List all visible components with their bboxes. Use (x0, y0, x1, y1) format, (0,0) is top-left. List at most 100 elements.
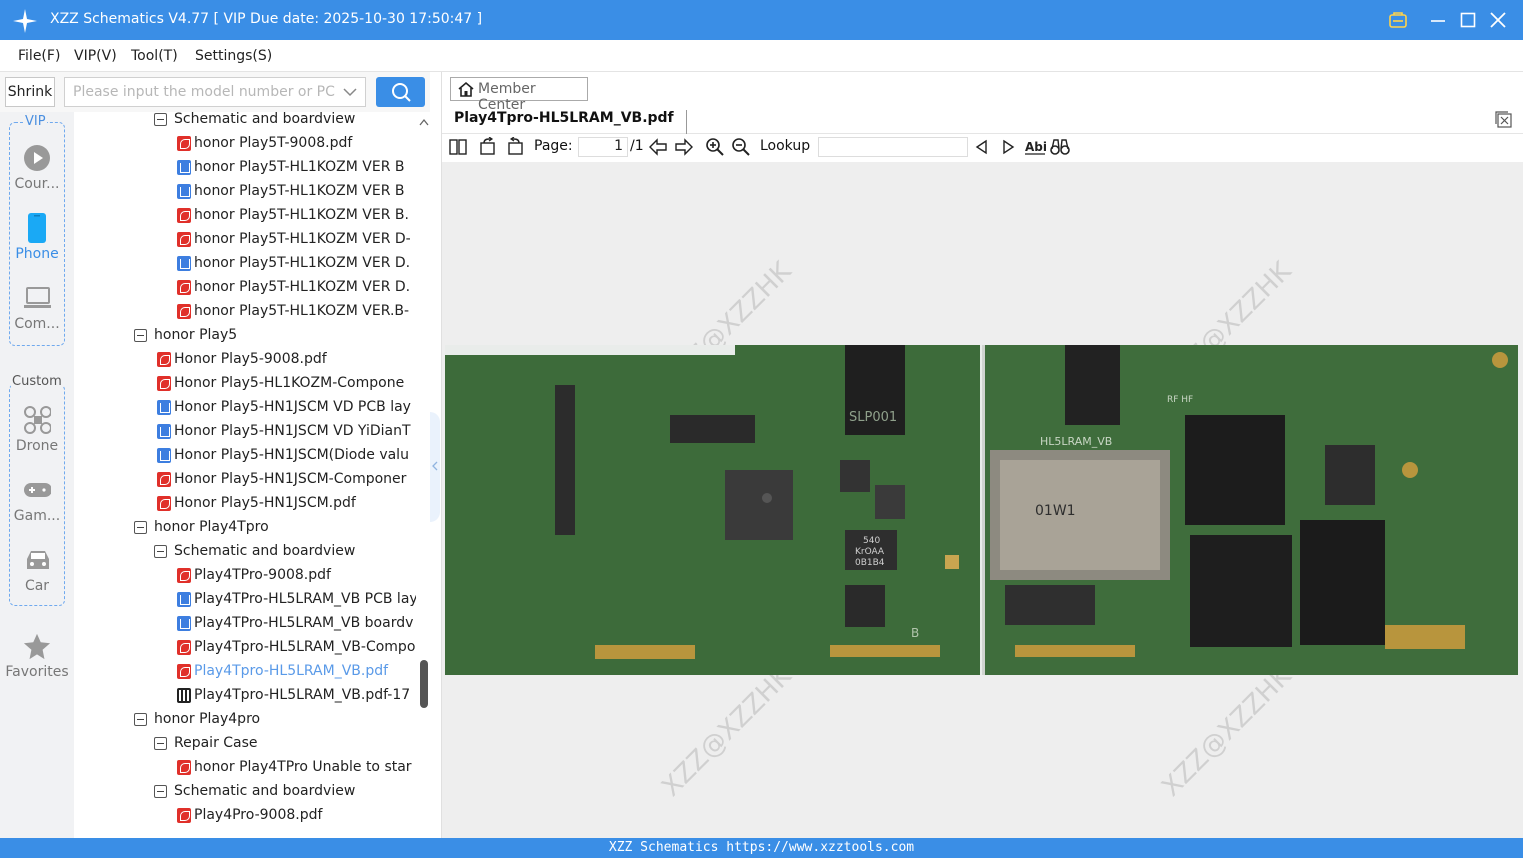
zoom-out-icon[interactable] (731, 137, 751, 157)
tree-folder[interactable]: Schematic and boardview (74, 540, 416, 564)
category-favorites[interactable]: Favorites (0, 630, 74, 690)
watermark: XZZ@XZZHK (656, 661, 798, 803)
search-input[interactable] (65, 78, 335, 106)
arrow-left-icon[interactable] (648, 137, 668, 157)
menu-file[interactable]: File(F) (18, 48, 60, 64)
pdf-viewer[interactable]: XZZ@XZZHK XZZ@XZZHK XZZ@XZZHK XZZ@XZZHK … (442, 162, 1523, 838)
collapse-toggle-icon[interactable] (134, 329, 147, 342)
arrow-right-icon[interactable] (674, 137, 694, 157)
menu-tool[interactable]: Tool(T) (131, 48, 178, 64)
tree-file[interactable]: honor Play5T-9008.pdf (74, 132, 416, 156)
shrink-button[interactable]: Shrink (5, 77, 55, 107)
tree-folder[interactable]: Schematic and boardview (74, 780, 416, 804)
vip-badge-icon[interactable] (1386, 8, 1410, 32)
collapse-toggle-icon[interactable] (134, 521, 147, 534)
tree-folder[interactable]: honor Play4pro (74, 708, 416, 732)
pdf-file-icon (177, 808, 191, 823)
tree-file[interactable]: Play4TPro-9008.pdf (74, 564, 416, 588)
tree-file[interactable]: honor Play5T-HL1KOZM VER D- (74, 228, 416, 252)
tree-item-label: Honor Play5-HN1JSCM VD YiDianT (174, 423, 411, 439)
tree-file[interactable]: Honor Play5-9008.pdf (74, 348, 416, 372)
tree-file[interactable]: Honor Play5-HN1JSCM-Componer (74, 468, 416, 492)
pdf-file-icon (177, 568, 191, 583)
tree-file[interactable]: Honor Play5-HN1JSCM VD PCB lay (74, 396, 416, 420)
find-icon[interactable] (1050, 137, 1070, 157)
car-icon (23, 546, 51, 574)
tree-file[interactable]: Honor Play5-HN1JSCM.pdf (74, 492, 416, 516)
tree-file[interactable]: Play4TPro-HL5LRAM_VB boardv (74, 612, 416, 636)
category-car[interactable]: Car (0, 544, 74, 604)
member-center-button[interactable]: Member Center (450, 77, 588, 113)
tree-folder[interactable]: honor Play4Tpro (74, 516, 416, 540)
page-number-input[interactable]: 1 (578, 137, 628, 157)
tree-file[interactable]: Play4Tpro-HL5LRAM_VB.pdf-17 (74, 684, 416, 708)
tree-file[interactable]: honor Play4TPro Unable to star (74, 756, 416, 780)
tree-item-label: Honor Play5-HL1KOZM-Compone (174, 375, 405, 391)
triangle-right-icon[interactable] (998, 137, 1018, 157)
tree-folder[interactable]: Repair Case (74, 732, 416, 756)
tree-file[interactable]: honor Play5T-HL1KOZM VER.B- (74, 300, 416, 324)
tree-file[interactable]: honor Play5T-HL1KOZM VER D. (74, 252, 416, 276)
tree-file[interactable]: Play4Tpro-HL5LRAM_VB.pdf (74, 660, 416, 684)
pcb-file-icon (177, 160, 191, 175)
tree-item-label: honor Play5T-HL1KOZM VER.B- (194, 303, 410, 319)
collapse-toggle-icon[interactable] (154, 737, 167, 750)
zoom-in-icon[interactable] (705, 137, 725, 157)
two-page-icon[interactable] (448, 137, 468, 157)
tree-folder[interactable]: Schematic and boardview (74, 112, 416, 132)
pdf-file-icon (177, 232, 191, 247)
category-computer[interactable]: Com... (0, 282, 74, 342)
collapse-handle[interactable] (430, 412, 440, 522)
pcb-file-icon (157, 448, 171, 463)
tree-file[interactable]: honor Play5T-HL1KOZM VER B (74, 156, 416, 180)
pdf-file-icon (177, 640, 191, 655)
tree-file[interactable]: Play4Tpro-HL5LRAM_VB-Compo (74, 636, 416, 660)
collapse-toggle-icon[interactable] (154, 785, 167, 798)
match-case-icon[interactable]: Abi (1024, 137, 1046, 157)
chevron-up-icon[interactable] (419, 118, 429, 126)
scrollbar-thumb[interactable] (420, 660, 428, 708)
menu-vip[interactable]: VIP(V) (74, 48, 117, 64)
tree-item-label: Honor Play5-HN1JSCM-Componer (174, 471, 407, 487)
category-drone[interactable]: Drone (0, 404, 74, 464)
rotate-right-icon[interactable] (505, 137, 525, 157)
pdf-file-icon (177, 304, 191, 319)
minimize-icon[interactable] (1426, 8, 1450, 32)
silkscreen-text: SLP001 (849, 410, 897, 425)
category-phone[interactable]: Phone (0, 212, 74, 272)
collapse-toggle-icon[interactable] (134, 713, 147, 726)
rotate-left-icon[interactable] (478, 137, 498, 157)
close-all-tabs-icon[interactable] (1495, 111, 1513, 129)
tree-item-label: honor Play5 (154, 327, 238, 343)
tree-scrollbar[interactable] (416, 112, 430, 838)
category-courses[interactable]: Cour... (0, 142, 74, 202)
triangle-left-icon[interactable] (972, 137, 992, 157)
tree-file[interactable]: Honor Play5-HL1KOZM-Compone (74, 372, 416, 396)
pdf-file-icon (177, 280, 191, 295)
category-game[interactable]: Gam... (0, 474, 74, 534)
tree-file[interactable]: Play4Pro-9008.pdf (74, 804, 416, 828)
tree-file[interactable]: honor Play5T-HL1KOZM VER B. (74, 204, 416, 228)
tree-file[interactable]: Play4TPro-HL5LRAM_VB PCB lay (74, 588, 416, 612)
pdf-file-icon (177, 136, 191, 151)
tree-folder[interactable]: honor Play5 (74, 324, 416, 348)
tree-item-label: Schematic and boardview (174, 543, 356, 559)
viewer-panel: Member Center Play4Tpro-HL5LRAM_VB.pdf P… (442, 72, 1523, 838)
lookup-input[interactable] (818, 137, 968, 157)
close-icon[interactable] (1486, 8, 1510, 32)
panel-splitter[interactable] (430, 72, 442, 838)
collapse-toggle-icon[interactable] (154, 113, 167, 126)
tree-file[interactable]: honor Play5T-HL1KOZM VER D. (74, 276, 416, 300)
tree-file[interactable]: Honor Play5-HN1JSCM(Diode valu (74, 444, 416, 468)
chevron-down-icon[interactable] (343, 86, 357, 98)
tree-file[interactable]: Honor Play5-HN1JSCM VD YiDianT (74, 420, 416, 444)
search-button[interactable] (376, 77, 425, 107)
collapse-toggle-icon[interactable] (154, 545, 167, 558)
document-tab[interactable]: Play4Tpro-HL5LRAM_VB.pdf (454, 110, 687, 134)
tree-file[interactable]: honor Play5T-HL1KOZM VER B (74, 180, 416, 204)
silkscreen-text: 0B1B4 (855, 558, 885, 568)
tree-item-label: honor Play5T-HL1KOZM VER B (194, 183, 405, 199)
menu-settings[interactable]: Settings(S) (195, 48, 272, 64)
maximize-icon[interactable] (1456, 8, 1480, 32)
menu-bar: File(F) VIP(V) Tool(T) Settings(S) (0, 40, 1523, 72)
